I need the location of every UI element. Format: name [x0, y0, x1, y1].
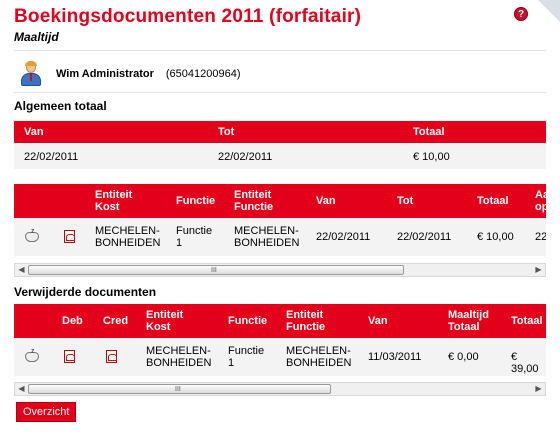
- col-header-entiteit-functie: Entiteit Functie: [286, 309, 326, 333]
- page-subtitle: Maaltijd: [14, 30, 59, 44]
- col-header-entiteit-functie: Entiteit Functie: [234, 189, 274, 213]
- cell-tot: 22/02/2011: [218, 151, 273, 163]
- cell-entiteit-kost: MECHELEN-BONHEIDEN: [95, 225, 161, 249]
- col-header-van: Van: [368, 315, 388, 327]
- scroll-thumb[interactable]: III: [28, 265, 404, 275]
- deleted-section-title: Verwijderde documenten: [14, 285, 157, 299]
- cell-functie: Functie 1: [228, 345, 265, 369]
- scroll-grip: III: [211, 267, 217, 274]
- cell-van: 22/02/2011: [316, 231, 371, 243]
- scroll-grip: III: [175, 386, 181, 393]
- table-row: z MECHELEN-BONHEIDEN Functie 1 MECHELEN-…: [14, 218, 546, 256]
- credit-pdf-icon[interactable]: [106, 350, 117, 363]
- debit-pdf-icon[interactable]: [64, 350, 75, 363]
- corner-fold: [538, 0, 560, 22]
- col-header-deb: Deb: [62, 315, 83, 327]
- col-header-functie: Functie: [228, 315, 268, 327]
- col-header-totaal: Totaal: [511, 315, 543, 327]
- col-header-maaltijd-totaal: Maaltijd Totaal: [448, 309, 489, 333]
- col-header-van: Van: [316, 195, 336, 207]
- scroll-left-icon[interactable]: ◀: [15, 264, 28, 276]
- scroll-right-icon[interactable]: ▶: [532, 383, 545, 395]
- divider: [14, 50, 546, 51]
- cell-van: 11/03/2011: [368, 351, 422, 363]
- cell-van: 22/02/2011: [24, 151, 79, 163]
- cell-entiteit-kost: MECHELEN-BONHEIDEN: [146, 345, 212, 369]
- user-avatar-icon: [20, 61, 42, 86]
- documents-header-row: Entiteit Kost Functie Entiteit Functie V…: [14, 184, 546, 218]
- col-header-entiteit-kost: Entiteit Kost: [146, 309, 184, 333]
- pdf-icon[interactable]: [64, 230, 75, 243]
- totals-table: Van Tot Totaal 22/02/2011 22/02/2011 € 1…: [14, 121, 546, 169]
- col-header-tot: Tot: [397, 195, 414, 207]
- cell-functie: Functie 1: [176, 225, 213, 249]
- user-info: Wim Administrator (65041200964): [20, 61, 241, 86]
- totals-header-row: Van Tot Totaal: [14, 121, 546, 143]
- col-header-cred: Cred: [103, 315, 129, 327]
- cell-totaal: € 39,00: [511, 351, 539, 375]
- sleep-icon[interactable]: z: [24, 348, 42, 363]
- col-header-functie: Functie: [176, 195, 216, 207]
- table-row: 22/02/2011 22/02/2011 € 10,00: [14, 143, 546, 169]
- deleted-table: Deb Cred Entiteit Kost Functie Entiteit …: [14, 304, 546, 376]
- user-name: Wim Administrator: [56, 68, 154, 80]
- col-header-van: Van: [24, 126, 44, 138]
- cell-truncated: 22: [535, 231, 546, 243]
- horizontal-scrollbar[interactable]: ◀ III ▶: [14, 263, 546, 277]
- horizontal-scrollbar[interactable]: ◀ III ▶: [14, 382, 546, 396]
- cell-totaal: € 10,00: [413, 151, 450, 163]
- col-header-truncated: Aa op: [535, 189, 546, 213]
- scroll-right-icon[interactable]: ▶: [532, 264, 545, 276]
- col-header-totaal: Totaal: [477, 195, 509, 207]
- deleted-header-row: Deb Cred Entiteit Kost Functie Entiteit …: [14, 304, 546, 338]
- cell-entiteit-functie: MECHELEN-BONHEIDEN: [286, 345, 352, 369]
- table-row: z MECHELEN-BONHEIDEN Functie 1 MECHELEN-…: [14, 338, 546, 376]
- totals-section-title: Algemeen totaal: [14, 99, 107, 113]
- col-header-entiteit-kost: Entiteit Kost: [95, 189, 133, 213]
- cell-totaal: € 10,00: [477, 231, 514, 243]
- overview-button[interactable]: Overzicht: [16, 402, 77, 422]
- sleep-icon[interactable]: z: [24, 228, 42, 243]
- user-id: (65041200964): [165, 68, 241, 80]
- question-icon[interactable]: ?: [514, 7, 528, 21]
- scroll-left-icon[interactable]: ◀: [15, 383, 28, 395]
- cell-tot: 22/02/2011: [397, 231, 452, 243]
- col-header-tot: Tot: [218, 126, 235, 138]
- col-header-totaal: Totaal: [413, 126, 445, 138]
- page-title: Boekingsdocumenten 2011 (forfaitair): [14, 6, 362, 27]
- scroll-thumb[interactable]: III: [28, 384, 331, 394]
- cell-entiteit-functie: MECHELEN-BONHEIDEN: [234, 225, 300, 249]
- cell-maaltijd-totaal: € 0,00: [448, 351, 479, 363]
- documents-table: Entiteit Kost Functie Entiteit Functie V…: [14, 184, 546, 256]
- divider: [14, 92, 546, 93]
